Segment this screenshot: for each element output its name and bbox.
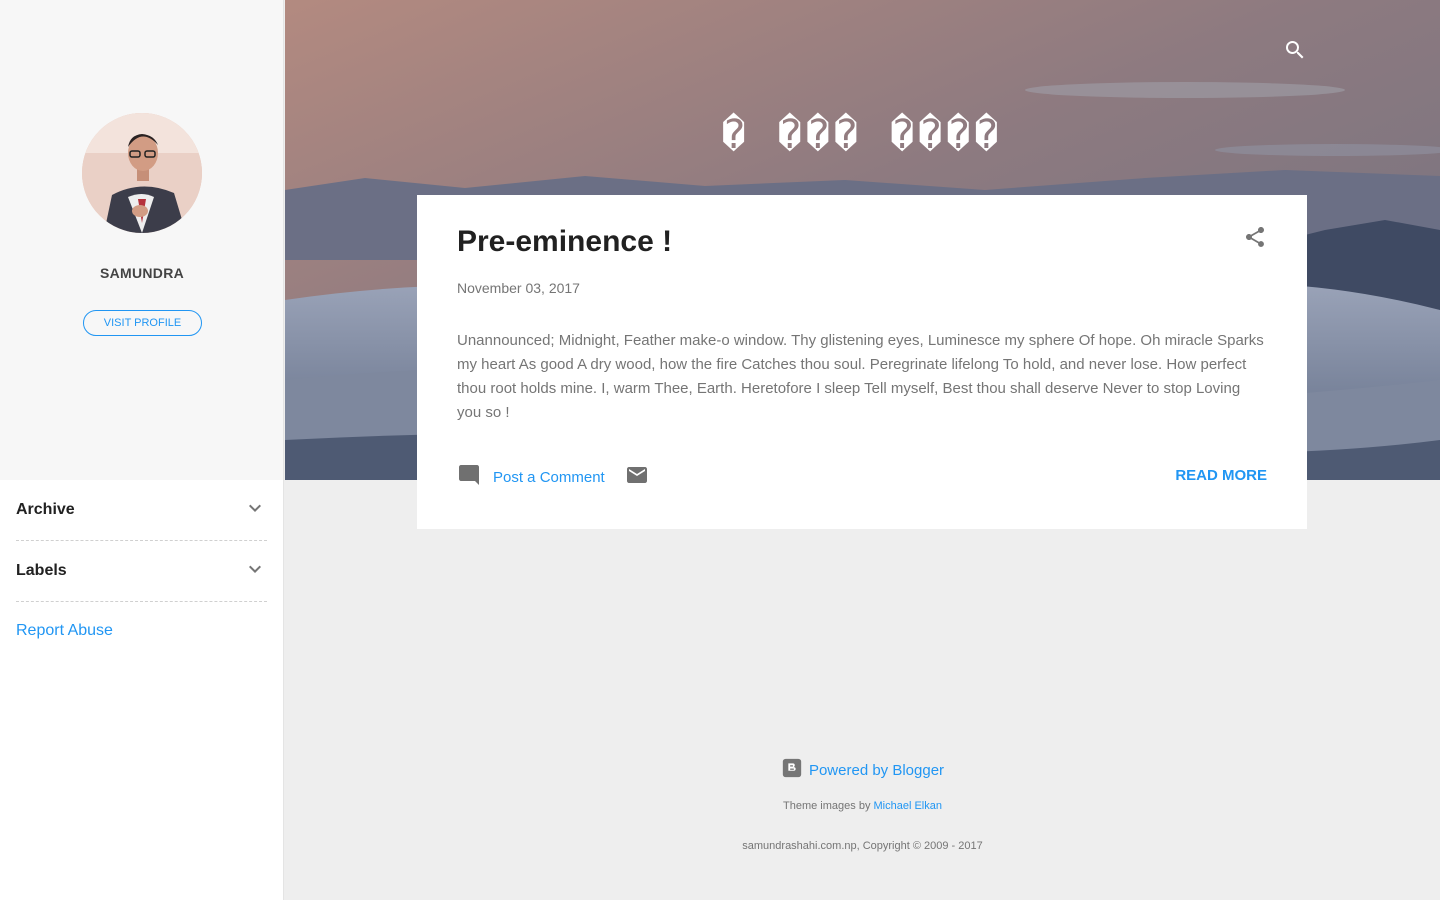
theme-credit-prefix: Theme images by: [783, 800, 874, 812]
post-card: Pre-eminence ! November 03, 2017 Unannou…: [417, 195, 1307, 529]
comment-label: Post a Comment: [493, 468, 605, 486]
search-button[interactable]: [1283, 38, 1307, 62]
blogger-icon: [781, 757, 803, 784]
email-post-button[interactable]: [625, 463, 649, 487]
post-title[interactable]: Pre-eminence !: [457, 225, 672, 259]
post-date[interactable]: November 03, 2017: [457, 280, 580, 296]
post-snippet: Unannounced; Midnight, Feather make-o wi…: [457, 332, 1264, 421]
powered-by-blogger-link[interactable]: Powered by Blogger: [809, 762, 944, 779]
sidebar: SAMUNDRA VISIT PROFILE Archive Labels Re…: [0, 0, 284, 900]
powered-by: Powered by Blogger: [285, 757, 1440, 784]
theme-credit: Theme images by Michael Elkan: [285, 800, 1440, 812]
comment-icon: [457, 463, 481, 491]
archive-label: Archive: [16, 501, 75, 518]
sidebar-widgets: Archive Labels Report Abuse: [0, 480, 283, 640]
email-icon: [625, 467, 649, 491]
read-more-link[interactable]: Read more: [1175, 467, 1267, 484]
share-icon: [1243, 227, 1267, 253]
theme-author-link[interactable]: Michael Elkan: [874, 800, 942, 812]
visit-profile-button[interactable]: VISIT PROFILE: [83, 310, 202, 336]
avatar[interactable]: [82, 113, 202, 233]
blog-title[interactable]: � ��� ����: [417, 112, 1307, 158]
labels-label: Labels: [16, 562, 67, 579]
archive-widget[interactable]: Archive: [16, 480, 267, 541]
profile-section: SAMUNDRA VISIT PROFILE: [0, 0, 283, 480]
avatar-image: [82, 113, 202, 233]
chevron-down-icon: [243, 496, 267, 525]
chevron-down-icon: [243, 557, 267, 586]
post-comment-link[interactable]: Post a Comment: [457, 463, 605, 491]
copyright-text: samundrashahi.com.np, Copyright © 2009 -…: [742, 840, 983, 852]
labels-widget[interactable]: Labels: [16, 541, 267, 602]
profile-name: SAMUNDRA: [99, 265, 185, 281]
share-button[interactable]: [1243, 225, 1267, 249]
search-icon: [1283, 41, 1307, 66]
report-abuse-link[interactable]: Report Abuse: [16, 622, 267, 640]
post-actions: Post a Comment Read more: [457, 463, 1267, 489]
